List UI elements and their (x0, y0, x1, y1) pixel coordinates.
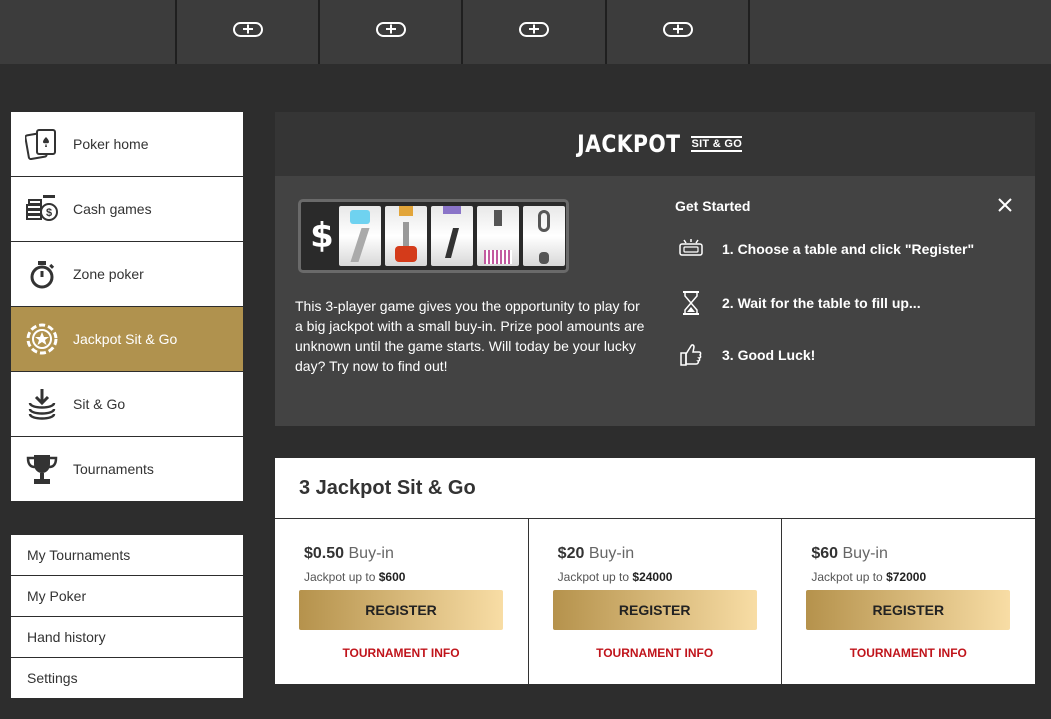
trophy-icon (11, 452, 73, 486)
game-description: This 3-player game gives you the opportu… (295, 298, 645, 374)
nav-item-jackpot-sit-go[interactable]: Jackpot Sit & Go (11, 307, 243, 372)
thumbs-up-icon (675, 342, 707, 368)
step-1: 1. Choose a table and click "Register" (675, 238, 974, 260)
step-text: 2. Wait for the table to fill up... (722, 295, 921, 311)
jackpot-logo-header: JACKPOT SIT & GO (275, 112, 1035, 176)
top-tab-bar (0, 0, 1051, 64)
svg-text:$: $ (46, 207, 52, 219)
jackpot-cards: $0.50 Buy-in Jackpot up to $600 REGISTER… (275, 519, 1035, 684)
cards-icon (11, 128, 73, 160)
jackpot-amount: Jackpot up to $72000 (811, 570, 927, 584)
step-3: 3. Good Luck! (675, 342, 815, 368)
plus-icon (519, 21, 549, 37)
jackpot-amount: Jackpot up to $600 (304, 570, 406, 584)
jackpot-card: $0.50 Buy-in Jackpot up to $600 REGISTER… (275, 519, 529, 684)
tournament-info-link[interactable]: TOURNAMENT INFO (299, 646, 503, 660)
add-table-tab[interactable] (175, 0, 318, 64)
tournament-info-link[interactable]: TOURNAMENT INFO (553, 646, 757, 660)
plus-icon (662, 21, 693, 37)
register-button[interactable]: REGISTER (552, 590, 757, 630)
coins-icon: $ (11, 193, 73, 225)
add-table-tab[interactable] (461, 0, 605, 64)
add-table-tab[interactable] (318, 0, 461, 64)
game-intro-panel: $ This 3-player game gives you the oppor… (275, 176, 1035, 426)
logo-sub: SIT & GO (691, 136, 743, 152)
hourglass-icon (675, 290, 707, 316)
nav-label: Cash games (73, 201, 152, 217)
logo-main: JACKPOT (576, 130, 681, 158)
sit-go-icon (11, 387, 73, 421)
nav-item-hand-history[interactable]: Hand history (11, 617, 243, 658)
nav-item-tournaments[interactable]: Tournaments (11, 437, 243, 501)
plus-icon (232, 21, 263, 37)
reel-dollar-sign: $ (310, 216, 334, 256)
nav-item-my-poker[interactable]: My Poker (11, 576, 243, 617)
nav-label: Jackpot Sit & Go (73, 331, 178, 347)
nav-item-sit-go[interactable]: Sit & Go (11, 372, 243, 437)
jackpot-amount: Jackpot up to $24000 (557, 570, 673, 584)
jackpot-sit-go-logo: JACKPOT SIT & GO (568, 130, 743, 158)
nav-label: Zone poker (73, 266, 144, 282)
nav-item-my-tournaments[interactable]: My Tournaments (11, 535, 243, 576)
jackpot-card: $60 Buy-in Jackpot up to $72000 REGISTER… (782, 519, 1035, 684)
ticket-icon (675, 238, 707, 260)
jackpot-reel-image: $ (298, 199, 569, 273)
register-button[interactable]: REGISTER (806, 590, 1011, 630)
nav-item-zone-poker[interactable]: Zone poker (11, 242, 243, 307)
register-button[interactable]: REGISTER (299, 590, 503, 630)
get-started-title: Get Started (675, 198, 751, 214)
buy-in-price: $20 Buy-in (557, 545, 635, 562)
poker-chip-icon (11, 322, 73, 356)
secondary-nav: My Tournaments My Poker Hand history Set… (11, 535, 243, 698)
nav-label: Sit & Go (73, 396, 126, 412)
jackpot-list-title: 3 Jackpot Sit & Go (275, 458, 1035, 519)
plus-icon (375, 21, 406, 37)
nav-item-cash-games[interactable]: $ Cash games (11, 177, 243, 242)
nav-label: Poker home (73, 136, 149, 152)
close-icon[interactable] (995, 195, 1015, 215)
buy-in-price: $60 Buy-in (811, 545, 888, 562)
main-nav: Poker home $ Cash games Zone poker Jackp… (11, 112, 243, 501)
step-text: 1. Choose a table and click "Register" (722, 241, 975, 257)
buy-in-price: $0.50 Buy-in (304, 545, 394, 562)
nav-item-settings[interactable]: Settings (11, 658, 243, 698)
nav-label: Tournaments (73, 461, 154, 477)
nav-item-poker-home[interactable]: Poker home (11, 112, 243, 177)
step-text: 3. Good Luck! (722, 347, 816, 363)
step-2: 2. Wait for the table to fill up... (675, 290, 921, 316)
tournament-info-link[interactable]: TOURNAMENT INFO (806, 646, 1010, 660)
stopwatch-icon (11, 258, 73, 290)
jackpot-card: $20 Buy-in Jackpot up to $24000 REGISTER… (529, 519, 783, 684)
add-table-tab[interactable] (605, 0, 750, 64)
